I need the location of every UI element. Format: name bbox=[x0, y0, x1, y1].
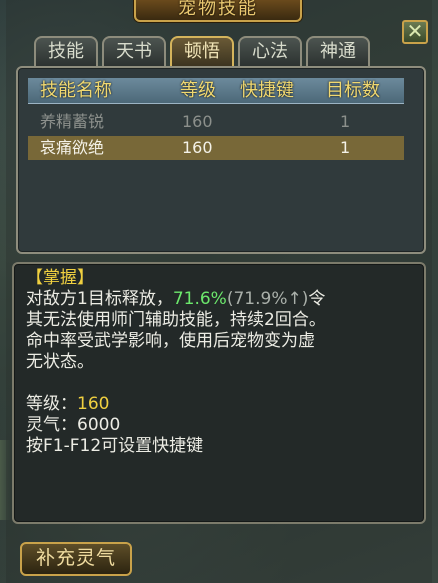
tab-bar: 技能 天书 顿悟 心法 神通 bbox=[34, 36, 370, 66]
close-icon: ✕ bbox=[406, 19, 424, 43]
spirit-label: 灵气： bbox=[26, 415, 77, 435]
skill-row-name: 养精蓄锐 bbox=[40, 112, 105, 131]
mastery-tag: 【掌握】 bbox=[26, 268, 94, 288]
header-targets: 目标数 bbox=[326, 80, 380, 101]
detail-spirit-line: 灵气：6000 bbox=[26, 415, 404, 436]
detail-desc-line-3: 命中率受武学影响，使用后宠物变为虚 bbox=[26, 331, 315, 351]
skill-detail-panel: 【掌握】 对敌方1目标释放，71.6%(71.9%↑)令 其无法使用师门辅助技能… bbox=[12, 262, 426, 524]
skill-list-panel: 技能名称 等级 快捷键 目标数 养精蓄锐 160 1 哀痛欲绝 160 1 bbox=[16, 66, 426, 254]
skill-list-header: 技能名称 等级 快捷键 目标数 bbox=[28, 78, 404, 104]
tab-dunwu[interactable]: 顿悟 bbox=[170, 36, 234, 66]
close-button[interactable]: ✕ bbox=[402, 20, 428, 44]
level-value: 160 bbox=[77, 394, 110, 414]
skill-row-targets: 1 bbox=[340, 112, 351, 131]
level-label: 等级： bbox=[26, 394, 77, 414]
pet-skill-window: 宠物技能 ✕ 技能 天书 顿悟 心法 神通 技能名称 等级 快捷键 目标数 养精… bbox=[6, 0, 432, 583]
desc-value: 71.6% bbox=[172, 289, 227, 309]
desc-next-value: (71.9%↑) bbox=[226, 289, 309, 309]
header-skill-name: 技能名称 bbox=[40, 80, 112, 101]
detail-desc-line-1: 对敌方1目标释放，71.6%(71.9%↑)令 bbox=[26, 289, 404, 310]
hotkey-hint: 按F1-F12可设置快捷键 bbox=[26, 436, 204, 456]
desc-prefix: 对敌方1目标释放， bbox=[26, 289, 173, 309]
tab-shentong[interactable]: 神通 bbox=[306, 36, 370, 66]
skill-row-selected[interactable]: 哀痛欲绝 160 1 bbox=[28, 136, 404, 160]
spirit-value: 6000 bbox=[77, 415, 121, 435]
header-level: 等级 bbox=[180, 80, 216, 101]
detail-tag-line: 【掌握】 bbox=[26, 268, 404, 289]
detail-desc-line-4: 无状态。 bbox=[26, 352, 94, 372]
desc-suffix: 令 bbox=[308, 289, 326, 309]
tab-xinfa[interactable]: 心法 bbox=[238, 36, 302, 66]
skill-row-name: 哀痛欲绝 bbox=[40, 138, 105, 157]
tab-tianshu[interactable]: 天书 bbox=[102, 36, 166, 66]
detail-desc-line-2: 其无法使用师门辅助技能，持续2回合。 bbox=[26, 310, 326, 330]
skill-row[interactable]: 养精蓄锐 160 1 bbox=[28, 110, 404, 134]
detail-level-line: 等级：160 bbox=[26, 394, 404, 415]
window-title-plate: 宠物技能 bbox=[134, 0, 302, 22]
skill-row-targets: 1 bbox=[340, 138, 351, 157]
tab-skills[interactable]: 技能 bbox=[34, 36, 98, 66]
skill-row-level: 160 bbox=[182, 138, 213, 157]
replenish-spirit-button[interactable]: 补充灵气 bbox=[20, 542, 132, 576]
window-title: 宠物技能 bbox=[178, 0, 258, 19]
skill-row-level: 160 bbox=[182, 112, 213, 131]
header-hotkey: 快捷键 bbox=[240, 80, 294, 101]
